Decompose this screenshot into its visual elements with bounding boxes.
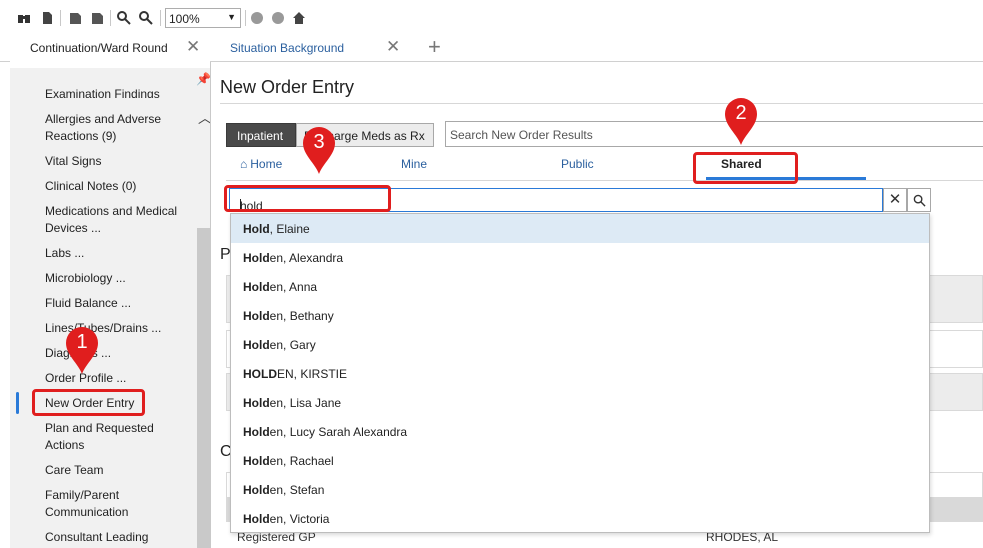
search-orders-input[interactable]: Search New Order Results xyxy=(445,121,983,147)
annotation-highlight-new-order-entry xyxy=(32,389,145,416)
search-orders-placeholder: Search New Order Results xyxy=(450,128,593,142)
annotation-highlight-shared xyxy=(693,152,798,184)
list-item[interactable]: Holden, Victoria xyxy=(231,504,929,533)
autocomplete-dropdown: Hold, Elaine Holden, Alexandra Holden, A… xyxy=(230,213,930,533)
page-icon[interactable] xyxy=(40,11,54,25)
zoom-select[interactable]: 100% ▼ xyxy=(165,8,241,28)
toolbar: 100% ▼ xyxy=(0,0,983,34)
list-item[interactable]: Holden, Stefan xyxy=(231,475,929,504)
sidebar-item-clinical-notes[interactable]: Clinical Notes (0) xyxy=(45,178,195,195)
subtab-home-label: Home xyxy=(250,157,283,171)
close-icon[interactable]: ✕ xyxy=(186,37,200,57)
zoom-value: 100% xyxy=(169,12,200,26)
sidebar-item-fluid-balance[interactable]: Fluid Balance ... xyxy=(45,295,195,312)
list-item[interactable]: Hold, Elaine xyxy=(231,214,929,243)
inpatient-button[interactable]: Inpatient xyxy=(226,123,296,147)
back-icon[interactable] xyxy=(68,11,82,25)
annotation-highlight-search xyxy=(224,185,391,212)
annotation-marker-3: 3 xyxy=(301,125,337,175)
sidebar-scrollbar[interactable]: ︿ xyxy=(197,108,210,548)
binoculars-icon[interactable] xyxy=(17,11,31,25)
active-item-marker xyxy=(16,392,19,414)
circle-icon[interactable] xyxy=(250,11,264,25)
list-item[interactable]: Holden, Gary xyxy=(231,330,929,359)
sidebar-item-microbiology[interactable]: Microbiology ... xyxy=(45,270,195,287)
sidebar: 📌 Examination Findings Allergies and Adv… xyxy=(10,68,210,548)
close-icon[interactable]: ✕ xyxy=(386,37,400,57)
search-icon xyxy=(913,194,926,207)
sidebar-item-plan-requested-actions[interactable]: Plan and Requested Actions xyxy=(45,420,195,454)
home-icon: ⌂ xyxy=(240,157,248,171)
circle-icon[interactable] xyxy=(271,11,285,25)
sidebar-item-family-communication[interactable]: Family/Parent Communication xyxy=(45,487,195,521)
inpatient-label: Inpatient xyxy=(237,129,284,143)
tab-continuation-ward-round[interactable]: Continuation/Ward Round ✕ xyxy=(10,34,210,62)
list-item[interactable]: Holden, Lucy Sarah Alexandra xyxy=(231,417,929,446)
zoom-in-icon[interactable] xyxy=(139,11,153,25)
list-item[interactable]: Holden, Anna xyxy=(231,272,929,301)
list-item[interactable]: Holden, Bethany xyxy=(231,301,929,330)
sidebar-item-vital-signs[interactable]: Vital Signs xyxy=(45,153,195,170)
divider xyxy=(220,103,983,104)
tab-label: Continuation/Ward Round xyxy=(30,41,168,55)
annotation-number: 1 xyxy=(76,331,88,353)
list-item[interactable]: Holden, Alexandra xyxy=(231,243,929,272)
sidebar-item-labs[interactable]: Labs ... xyxy=(45,245,195,262)
sidebar-item-medications[interactable]: Medications and Medical Devices ... xyxy=(45,203,195,237)
zoom-out-icon[interactable] xyxy=(117,11,131,25)
subtab-home[interactable]: ⌂ Home xyxy=(240,157,282,171)
clear-icon[interactable]: ✕ xyxy=(883,188,907,212)
tab-bar: Continuation/Ward Round ✕ Situation Back… xyxy=(0,34,983,62)
chevron-up-icon[interactable]: ︿ xyxy=(198,108,210,128)
annotation-number: 3 xyxy=(313,131,325,153)
sidebar-item-allergies[interactable]: Allergies and Adverse Reactions (9) xyxy=(45,111,195,145)
scrollbar-thumb[interactable] xyxy=(197,228,210,548)
add-tab-icon[interactable]: + xyxy=(428,34,441,60)
sidebar-item-care-team[interactable]: Care Team xyxy=(45,462,195,479)
forward-icon[interactable] xyxy=(90,11,104,25)
chevron-down-icon: ▼ xyxy=(227,12,236,22)
sidebar-item-consultant-leading[interactable]: Consultant Leading xyxy=(45,529,195,546)
annotation-number: 2 xyxy=(735,102,747,124)
list-item[interactable]: Holden, Lisa Jane xyxy=(231,388,929,417)
annotation-marker-1: 1 xyxy=(64,325,100,375)
tab-label: Situation Background xyxy=(230,41,345,55)
tab-situation-background[interactable]: Situation Background ✕ xyxy=(212,34,412,62)
page-title: New Order Entry xyxy=(220,77,355,97)
search-button[interactable] xyxy=(907,188,931,212)
home-icon[interactable] xyxy=(292,11,306,25)
subtab-mine[interactable]: Mine xyxy=(401,157,427,171)
list-item[interactable]: HOLDEN, KIRSTIE xyxy=(231,359,929,388)
subtab-public[interactable]: Public xyxy=(561,157,594,171)
annotation-marker-2: 2 xyxy=(723,96,759,146)
pin-icon[interactable]: 📌 xyxy=(196,72,210,86)
divider xyxy=(210,62,211,548)
list-item[interactable]: Holden, Rachael xyxy=(231,446,929,475)
sidebar-item-examination-findings[interactable]: Examination Findings xyxy=(45,86,195,98)
divider xyxy=(226,180,983,181)
